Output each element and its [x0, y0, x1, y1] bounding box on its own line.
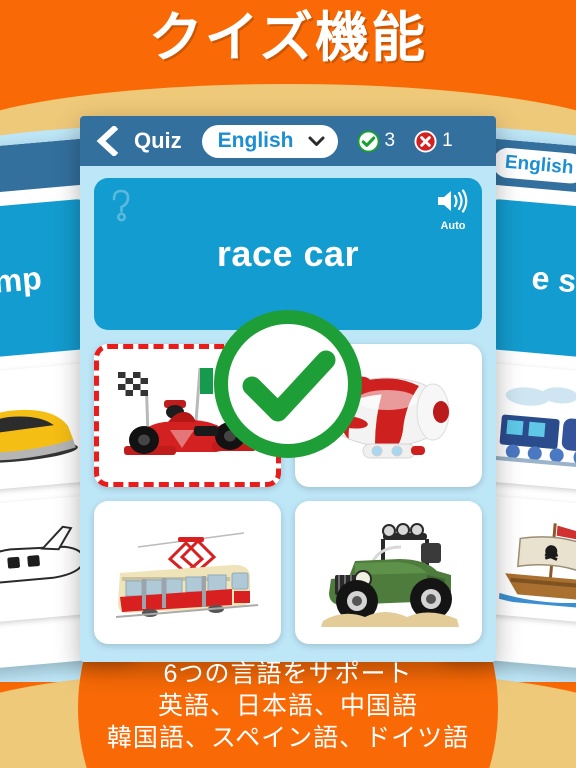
answer-race-car[interactable] [94, 344, 281, 487]
footer-caption: 6つの言語をサポート 英語、日本語、中国語 韓国語、スペイン語、ドイツ語 [0, 658, 576, 754]
question-card: Auto race car [94, 178, 482, 330]
tram-image [115, 531, 258, 618]
side-right-word: e ship [530, 259, 576, 303]
side-left-word: dump [0, 259, 44, 303]
page-title: クイズ機能 [148, 8, 428, 68]
score-correct: 3 [356, 129, 396, 153]
wrong-count: 1 [442, 130, 453, 151]
language-selector-value: English [217, 129, 294, 152]
caption-line-2: 英語、日本語、中国語 [157, 692, 418, 720]
chevron-down-icon [308, 136, 325, 146]
check-circle-icon [356, 129, 380, 153]
question-word: race car [216, 233, 360, 274]
side-right-language-label: English [504, 151, 575, 179]
app-header: Quiz English 3 1 [80, 116, 496, 166]
back-chevron-icon[interactable] [94, 126, 120, 156]
page-title-quiz: Quiz [134, 128, 182, 153]
jeep-image [320, 522, 459, 627]
language-selector[interactable]: English [201, 124, 338, 158]
promo-stage: クイズ機能 English dump [0, 0, 576, 768]
caption-line-3: 韓国語、スペイン語、ドイツ語 [106, 724, 470, 752]
answer-airship[interactable] [295, 344, 482, 487]
answer-jeep[interactable] [295, 501, 482, 644]
quiz-app-window: Quiz English 3 1 Auto race car [80, 116, 496, 662]
side-right-language-pill: English [491, 146, 576, 185]
race-car-image [117, 367, 256, 455]
score-wrong: 1 [414, 129, 453, 153]
answer-grid [94, 344, 482, 644]
airship-image [324, 376, 449, 458]
caption-line-1: 6つの言語をサポート [163, 660, 413, 688]
answer-tram[interactable] [94, 501, 281, 644]
x-circle-icon [414, 129, 437, 153]
correct-count: 3 [384, 130, 396, 151]
yellow-vehicle-image [0, 409, 78, 464]
